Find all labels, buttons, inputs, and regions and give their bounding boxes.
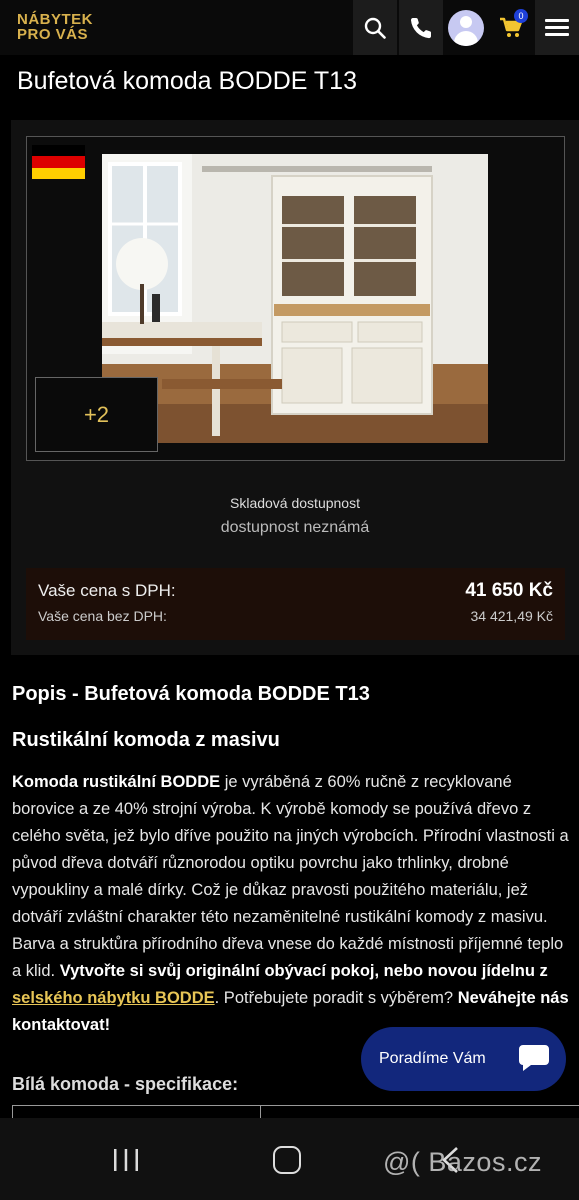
logo-line-1: NÁBYTEK [17,11,94,28]
search-icon [364,17,386,39]
search-button[interactable] [353,0,397,55]
chat-bubble-icon [519,1045,549,1071]
menu-button[interactable] [535,0,579,55]
user-avatar-icon [448,9,484,46]
more-images-button[interactable]: +2 [35,377,158,452]
description-subheading: Rustikální komoda z masivu [12,729,280,751]
page-title: Bufetová komoda BODDE T13 [17,67,357,95]
recent-apps-icon[interactable] [113,1148,139,1172]
phone-button[interactable] [399,0,443,55]
bodde-furniture-link[interactable]: selského nábytku BODDE [12,989,215,1007]
price-with-vat-label: Vaše cena s DPH: [38,581,176,600]
cart-count-badge: 0 [514,9,528,23]
chat-button[interactable]: Poradíme Vám [361,1027,566,1091]
germany-flag-icon [32,145,85,179]
spec-heading: Bílá komoda - specifikace: [12,1074,239,1094]
after-link-text: . Potřebujete poradit s výběrem? [214,989,458,1007]
stock-value: dostupnost neznámá [220,519,370,536]
price-with-vat: 41 650 Kč [465,580,553,601]
chat-button-label: Poradíme Vám [379,1050,486,1067]
price-box: Vaše cena s DPH: 41 650 Kč Vaše cena bez… [26,568,565,640]
cta-bold: Vytvořte si svůj originální obývací poko… [59,962,548,980]
intro-bold: Komoda rustikální BODDE [12,773,221,791]
cart-button[interactable]: 0 [489,0,533,55]
phone-icon [410,17,432,38]
account-button[interactable] [444,0,488,55]
price-without-vat-label: Vaše cena bez DPH: [38,608,167,624]
product-photo[interactable] [102,154,488,443]
description-heading: Popis - Bufetová komoda BODDE T13 [12,683,370,705]
top-bar: NÁBYTEK PRO VÁS 0 [0,0,579,55]
menu-icon [545,15,569,40]
description-body: je vyráběná z 60% ručně z recyklované bo… [12,773,569,980]
site-logo[interactable]: NÁBYTEK PRO VÁS [17,12,93,42]
price-without-vat: 34 421,49 Kč [470,608,553,624]
home-icon[interactable] [273,1146,301,1174]
bazos-watermark: @( Bazos.cz [383,1147,542,1177]
description-text: Komoda rustikální BODDE je vyráběná z 60… [12,769,572,1039]
logo-line-2: PRO VÁS [17,26,89,43]
stock-label: Skladová dostupnost [230,495,360,511]
